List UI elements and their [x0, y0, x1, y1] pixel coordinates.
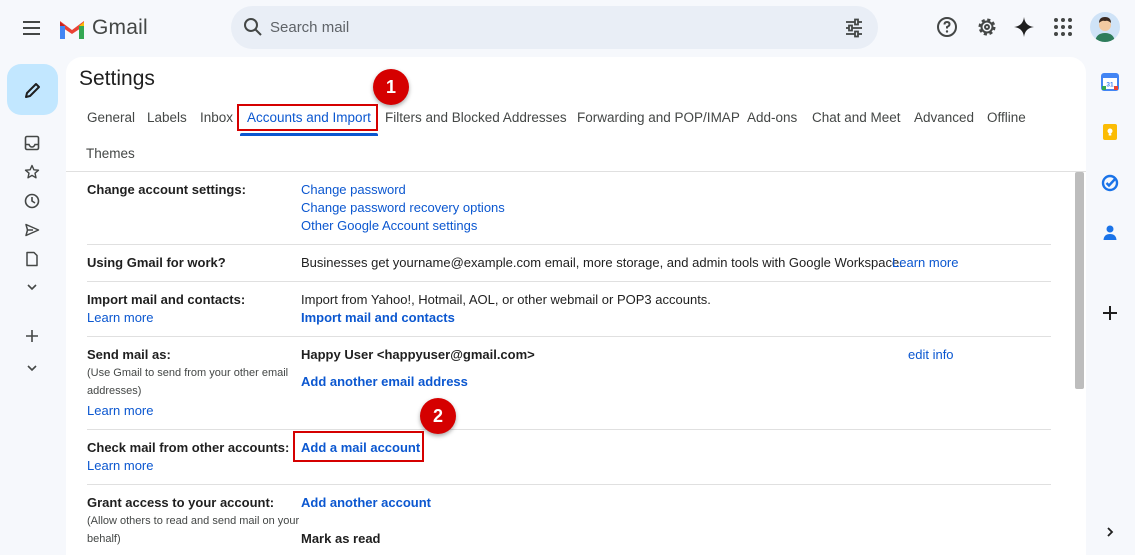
send-mail-as-label: Send mail as: [87, 347, 171, 362]
inbox-icon[interactable] [22, 133, 42, 153]
plus-icon[interactable] [1100, 303, 1120, 323]
add-another-account-link[interactable]: Add another account [301, 495, 431, 510]
draft-icon[interactable] [22, 249, 42, 269]
highlight-box-accounts-tab [237, 104, 378, 131]
clock-icon[interactable] [22, 191, 42, 211]
plus-icon[interactable] [22, 326, 42, 346]
highlight-box-add-mail-account [293, 431, 424, 462]
user-avatar-icon [1095, 17, 1115, 42]
tab-forwarding-pop-imap[interactable]: Forwarding and POP/IMAP [577, 110, 740, 125]
grant-access-hint-2: behalf) [87, 533, 121, 545]
gmail-for-work-label: Using Gmail for work? [87, 255, 226, 270]
apps-grid-icon[interactable] [1051, 15, 1075, 39]
tasks-icon[interactable] [1100, 173, 1120, 193]
import-mail-label: Import mail and contacts: [87, 292, 246, 307]
chevron-down-icon[interactable] [22, 358, 42, 378]
grant-access-label: Grant access to your account: [87, 495, 275, 510]
send-icon[interactable] [22, 220, 42, 240]
contacts-icon[interactable] [1100, 223, 1120, 243]
tab-advanced[interactable]: Advanced [914, 110, 974, 125]
help-icon[interactable] [935, 15, 959, 39]
main-menu-button[interactable] [18, 14, 46, 42]
send-mail-as-learn-more-link[interactable]: Learn more [87, 403, 153, 418]
add-another-email-address-link[interactable]: Add another email address [301, 374, 468, 389]
tab-general[interactable]: General [87, 110, 135, 125]
gmail-for-work-text: Businesses get yourname@example.com emai… [301, 255, 903, 270]
settings-panel: Settings General Labels Inbox Accounts a… [66, 57, 1086, 555]
gmail-logo[interactable]: Gmail [58, 14, 148, 42]
tune-icon[interactable] [844, 18, 864, 38]
send-as-identity: Happy User <happyuser@gmail.com> [301, 347, 535, 362]
compose-button[interactable] [7, 64, 58, 115]
step-marker-1: 1 [373, 69, 409, 105]
chevron-down-icon[interactable] [22, 277, 42, 297]
gmail-brand-text: Gmail [92, 16, 148, 39]
avatar[interactable] [1090, 12, 1120, 42]
change-password-link[interactable]: Change password [301, 182, 406, 197]
import-mail-and-contacts-link[interactable]: Import mail and contacts [301, 310, 455, 325]
active-tab-indicator [240, 133, 378, 136]
change-account-settings-label: Change account settings: [87, 182, 246, 197]
calendar-icon[interactable]: 31 [1100, 72, 1120, 92]
tab-themes[interactable]: Themes [86, 146, 135, 161]
search-icon[interactable] [243, 17, 263, 37]
gmail-logo-icon [60, 20, 84, 39]
other-google-account-settings-link[interactable]: Other Google Account settings [301, 218, 477, 233]
section-divider [87, 429, 1051, 430]
section-divider [87, 484, 1051, 485]
settings-gear-icon[interactable] [975, 15, 999, 39]
keep-icon[interactable] [1100, 122, 1120, 142]
import-description: Import from Yahoo!, Hotmail, AOL, or oth… [301, 292, 711, 307]
page-title: Settings [79, 67, 155, 90]
pencil-icon [24, 82, 40, 98]
check-mail-label: Check mail from other accounts: [87, 440, 290, 455]
search-input[interactable]: Search mail [270, 19, 349, 36]
tab-labels[interactable]: Labels [147, 110, 187, 125]
change-password-recovery-link[interactable]: Change password recovery options [301, 200, 505, 215]
gemini-sparkle-icon[interactable] [1012, 15, 1036, 39]
grant-access-hint: (Allow others to read and send mail on y… [87, 515, 300, 527]
tab-offline[interactable]: Offline [987, 110, 1026, 125]
check-mail-learn-more-link[interactable]: Learn more [87, 458, 153, 473]
section-divider [87, 281, 1051, 282]
scrollbar[interactable] [1075, 172, 1084, 389]
section-divider [87, 336, 1051, 337]
send-mail-as-hint-2: addresses) [87, 385, 142, 397]
send-mail-as-hint: (Use Gmail to send from your other email [87, 367, 289, 379]
star-icon[interactable] [22, 162, 42, 182]
svg-text:31: 31 [1106, 82, 1114, 89]
settings-content: Change account settings: Change password… [66, 172, 1086, 555]
mark-as-read-option: Mark as read [301, 531, 381, 546]
search-bar[interactable]: Search mail [231, 6, 878, 49]
chevron-right-icon[interactable] [1100, 522, 1120, 542]
import-learn-more-link[interactable]: Learn more [87, 310, 153, 325]
tab-add-ons[interactable]: Add-ons [747, 110, 797, 125]
gmail-for-work-learn-more-link[interactable]: Learn more [892, 255, 958, 270]
tab-inbox[interactable]: Inbox [200, 110, 233, 125]
tab-filters-and-blocked-addresses[interactable]: Filters and Blocked Addresses [385, 110, 567, 125]
edit-info-link[interactable]: edit info [908, 347, 954, 362]
step-marker-2: 2 [420, 398, 456, 434]
tab-chat-and-meet[interactable]: Chat and Meet [812, 110, 901, 125]
section-divider [87, 244, 1051, 245]
